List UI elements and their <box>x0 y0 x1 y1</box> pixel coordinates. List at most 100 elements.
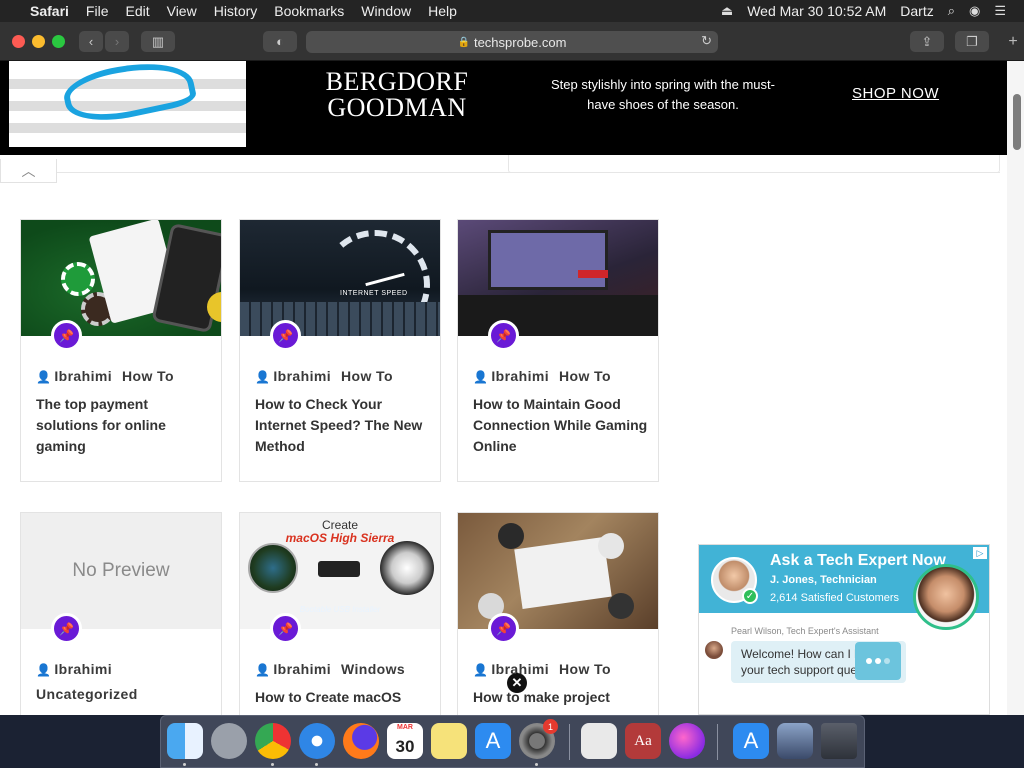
post-card[interactable]: 📌 👤 Ibrahimi How To The top payment soluti… <box>20 219 222 482</box>
post-author[interactable]: Ibrahimi <box>273 661 331 677</box>
menu-help[interactable]: Help <box>428 3 457 19</box>
eject-icon[interactable]: ⏏ <box>721 3 733 19</box>
menubar-user[interactable]: Dartz <box>900 3 933 19</box>
post-author[interactable]: Ibrahimi <box>54 368 112 384</box>
siri-icon[interactable]: ◉ <box>969 3 980 19</box>
post-meta: 👤 Ibrahimi How To <box>473 364 653 389</box>
app-store-icon[interactable]: A <box>475 723 511 759</box>
macos-installer-icon[interactable] <box>777 723 813 759</box>
post-author[interactable]: Ibrahimi <box>54 661 112 677</box>
collapse-ad-button[interactable]: ︿ <box>0 159 57 183</box>
menu-edit[interactable]: Edit <box>125 3 149 19</box>
spotlight-search-icon[interactable]: ⌕ <box>948 3 955 19</box>
post-title[interactable]: How to make project <box>473 687 648 708</box>
calendar-icon[interactable]: MAR 30 <box>387 723 423 759</box>
post-card[interactable]: 📌 👤 Ibrahimi How To How to make project <box>457 512 659 715</box>
textedit-icon[interactable] <box>581 723 617 759</box>
dock: MAR 30 A 1 Aa A <box>160 715 865 768</box>
fullscreen-window-button[interactable] <box>52 35 65 48</box>
web-page: BERGDORF GOODMAN Step stylishly into spr… <box>0 61 1024 715</box>
sidebar-toggle-icon[interactable]: ▥ <box>141 31 175 52</box>
safari-icon[interactable] <box>299 723 335 759</box>
post-thumbnail[interactable] <box>458 220 658 336</box>
post-category[interactable]: Windows <box>341 661 405 677</box>
browser-toolbar: ‹ › ▥ ◐ 🔒 techsprobe.com ↻ ⇪ ❐ + <box>0 22 1024 61</box>
privacy-shield-icon[interactable]: ◐ <box>263 31 297 52</box>
pin-icon: 📌 <box>270 320 301 351</box>
app-store-download-icon[interactable]: A <box>733 723 769 759</box>
user-icon: 👤 <box>36 663 52 677</box>
menu-view[interactable]: View <box>167 3 197 19</box>
post-thumbnail[interactable]: No Preview <box>21 513 221 629</box>
assistant-label: Pearl Wilson, Tech Expert's Assistant <box>731 626 879 636</box>
post-category[interactable]: How To <box>559 368 611 384</box>
ad-shop-now-link[interactable]: SHOP NOW <box>852 85 939 102</box>
share-icon[interactable]: ⇪ <box>910 31 944 52</box>
user-icon: 👤 <box>255 370 271 384</box>
header-divider <box>0 155 1000 173</box>
launchpad-icon[interactable] <box>211 723 247 759</box>
pin-icon: 📌 <box>488 320 519 351</box>
post-thumbnail[interactable]: Create macOS High Sierra Bootable USB Ins… <box>240 513 440 629</box>
notes-icon[interactable] <box>431 723 467 759</box>
lock-icon: 🔒 <box>457 36 470 48</box>
user-icon: 👤 <box>255 663 271 677</box>
forward-button[interactable]: › <box>105 31 129 52</box>
firefox-icon[interactable] <box>343 723 379 759</box>
new-tab-icon[interactable]: + <box>1002 22 1024 61</box>
post-meta: 👤 Ibrahimi Uncategorized <box>36 657 216 706</box>
minimize-window-button[interactable] <box>32 35 45 48</box>
post-title[interactable]: How to Maintain Good Connection While Ga… <box>473 394 648 457</box>
vertical-scrollbar[interactable] <box>1007 61 1024 715</box>
post-thumbnail[interactable] <box>21 220 221 336</box>
post-card[interactable]: No Preview 📌 👤 Ibrahimi Uncategorized <box>20 512 222 715</box>
tab-overview-icon[interactable]: ❐ <box>955 31 989 52</box>
post-card[interactable]: INTERNET SPEED 📌 👤 Ibrahimi How To How to … <box>239 219 441 482</box>
menu-history[interactable]: History <box>214 3 258 19</box>
trash-icon[interactable] <box>821 723 857 759</box>
control-center-icon[interactable]: ☰ <box>994 3 1006 19</box>
post-thumbnail[interactable]: INTERNET SPEED <box>240 220 440 336</box>
pin-icon: 📌 <box>270 613 301 644</box>
ad-banner[interactable]: BERGDORF GOODMAN Step stylishly into spr… <box>0 61 1007 155</box>
post-category[interactable]: Uncategorized <box>36 686 138 702</box>
chrome-icon[interactable] <box>255 723 291 759</box>
finder-icon[interactable] <box>167 723 203 759</box>
post-meta: 👤 Ibrahimi How To <box>473 657 653 682</box>
post-thumbnail[interactable] <box>458 513 658 629</box>
post-category[interactable]: How To <box>341 368 393 384</box>
post-title[interactable]: The top payment solutions for online gam… <box>36 394 211 457</box>
verified-check-icon: ✓ <box>742 588 758 604</box>
post-category[interactable]: How To <box>122 368 174 384</box>
post-author[interactable]: Ibrahimi <box>491 368 549 384</box>
dictionary-icon[interactable]: Aa <box>625 723 661 759</box>
pin-icon: 📌 <box>51 613 82 644</box>
post-title[interactable]: How to Check Your Internet Speed? The Ne… <box>255 394 430 457</box>
scrollbar-thumb[interactable] <box>1013 94 1021 150</box>
menu-bar: Safari File Edit View History Bookmarks … <box>0 0 1024 22</box>
menu-app-name[interactable]: Safari <box>30 3 69 19</box>
expert-name: J. Jones, Technician <box>770 574 877 586</box>
back-button[interactable]: ‹ <box>79 31 103 52</box>
assistant-avatar <box>705 641 723 659</box>
ad-shoe-image <box>9 61 246 147</box>
adchoices-icon[interactable]: ▷ <box>973 547 987 559</box>
url-text: techsprobe.com <box>473 34 567 50</box>
post-author[interactable]: Ibrahimi <box>273 368 331 384</box>
notification-badge: 1 <box>543 719 558 734</box>
reload-icon[interactable]: ↻ <box>701 33 712 49</box>
menu-file[interactable]: File <box>86 3 109 19</box>
address-bar[interactable]: 🔒 techsprobe.com ↻ <box>306 31 718 53</box>
chat-agent-avatar[interactable] <box>913 564 979 630</box>
post-card[interactable]: 📌 👤 Ibrahimi How To How to Maintain Good C… <box>457 219 659 482</box>
post-title[interactable]: How to Create macOS <box>255 687 430 708</box>
post-category[interactable]: How To <box>559 661 611 677</box>
close-overlay-icon[interactable]: ✕ <box>507 673 527 693</box>
menubar-clock[interactable]: Wed Mar 30 10:52 AM <box>747 3 886 19</box>
installer-icon[interactable] <box>669 723 705 759</box>
post-card[interactable]: Create macOS High Sierra Bootable USB Ins… <box>239 512 441 715</box>
close-window-button[interactable] <box>12 35 25 48</box>
menu-bookmarks[interactable]: Bookmarks <box>274 3 344 19</box>
ad-brand-logo: BERGDORF GOODMAN <box>325 67 469 122</box>
menu-window[interactable]: Window <box>361 3 411 19</box>
